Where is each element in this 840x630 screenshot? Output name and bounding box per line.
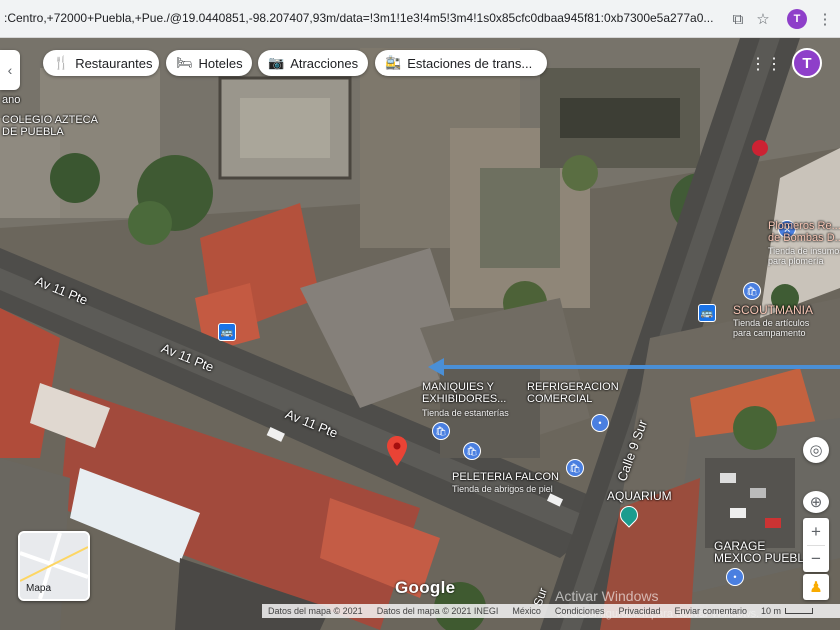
star-icon[interactable]: ☆ xyxy=(753,9,773,29)
satellite-map[interactable]: Av 11 Pte Av 11 Pte Av 11 Pte Calle 9 Su… xyxy=(0,38,840,630)
place-aquarium[interactable]: AQUARIUM xyxy=(607,490,672,502)
place-bomberos[interactable]: Plomeros Re... de Bombas D... xyxy=(768,220,840,244)
place-scoutmania-sub: Tienda de artículos para campamento xyxy=(733,318,810,338)
footer-data-1: Datos del mapa © 2021 xyxy=(268,606,363,616)
url-text[interactable]: :Centro,+72000+Puebla,+Pue./@19.0440851,… xyxy=(4,11,720,25)
chip-label: Hoteles xyxy=(198,55,243,71)
location-pin-icon[interactable] xyxy=(387,436,407,466)
peleteria-shop-icon[interactable]: 🛍 xyxy=(463,442,481,460)
chip-label: Atracciones xyxy=(290,55,359,71)
chevron-left-icon: ‹ xyxy=(7,62,13,78)
scale-bar xyxy=(785,608,814,614)
partial-label: ano xyxy=(2,94,21,106)
place-peleteria[interactable]: PELETERIA FALCON xyxy=(452,471,559,483)
apps-grid-icon[interactable]: ⋮⋮ xyxy=(750,54,782,74)
footer-feedback-link[interactable]: Enviar comentario xyxy=(674,606,747,616)
globe-icon: ◎ xyxy=(809,442,823,459)
place-maniquies-sub: Tienda de estanterías xyxy=(422,408,509,418)
collapse-panel-button[interactable]: ‹ xyxy=(0,50,20,90)
zoom-in-button[interactable]: + xyxy=(803,518,829,545)
my-location-icon: ⊕ xyxy=(809,494,823,511)
scale-indicator[interactable]: 10 m xyxy=(761,606,814,616)
globe-button[interactable]: ◎ xyxy=(803,437,829,463)
footer-country[interactable]: México xyxy=(512,606,541,616)
scale-label: 10 m xyxy=(761,606,782,616)
profile-avatar[interactable]: T xyxy=(787,9,807,29)
refrigeracion-pin-icon[interactable]: • xyxy=(591,414,609,432)
restaurant-icon: 🍴 xyxy=(53,55,70,70)
bomberos-shop-icon[interactable]: 🛍 xyxy=(743,282,761,300)
chip-label: Estaciones de trans... xyxy=(407,55,533,71)
zoom-out-button[interactable]: − xyxy=(803,546,829,572)
menu-dots-icon[interactable]: ⋮ xyxy=(815,9,835,29)
attractions-icon: 📷 xyxy=(268,55,285,70)
place-peleteria-sub: Tienda de abrigos de piel xyxy=(452,484,553,494)
google-logo: Google xyxy=(395,578,456,597)
garage-pin-icon[interactable]: • xyxy=(726,568,744,586)
footer-terms-link[interactable]: Condiciones xyxy=(555,606,605,616)
peleteria-bag-icon[interactable]: 🛍 xyxy=(566,459,584,477)
place-scoutmania[interactable]: SCOUTMANIA xyxy=(733,304,813,316)
place-maniquies[interactable]: MANIQUIES Y EXHIBIDORES... xyxy=(422,381,506,405)
zoom-controls: + − xyxy=(803,518,829,572)
windows-watermark: Activar Windows xyxy=(555,588,659,604)
chip-label: Restaurantes xyxy=(75,55,153,71)
place-colegio[interactable]: COLEGIO AZTECA DE PUEBLA xyxy=(2,114,98,138)
place-bomberos-sub: Tienda de insumos para plomería xyxy=(768,246,840,266)
map-footer: Datos del mapa © 2021 Datos del mapa © 2… xyxy=(262,604,840,618)
bus-stop-icon[interactable]: 🚌 xyxy=(218,323,236,341)
street-view-pegman-icon[interactable]: ♟ xyxy=(803,574,829,600)
map-layer-toggle[interactable]: Mapa xyxy=(18,531,90,601)
chip-atracciones[interactable]: 📷 Atracciones xyxy=(258,50,368,76)
place-refrigeracion[interactable]: REFRIGERACION COMERCIAL xyxy=(527,381,619,405)
bus-stop-icon[interactable]: 🚌 xyxy=(698,304,716,322)
footer-privacy-link[interactable]: Privacidad xyxy=(618,606,660,616)
chip-restaurantes[interactable]: 🍴 Restaurantes xyxy=(43,50,159,76)
layer-tile-label: Mapa xyxy=(26,583,52,594)
address-bar: :Centro,+72000+Puebla,+Pue./@19.0440851,… xyxy=(0,0,840,38)
footer-data-2: Datos del mapa © 2021 INEGI xyxy=(376,606,499,616)
chip-hoteles[interactable]: 🛏 Hoteles xyxy=(166,50,252,76)
hotel-icon: 🛏 xyxy=(176,55,193,70)
open-in-app-icon[interactable]: ⧉ xyxy=(728,9,748,29)
chip-estaciones[interactable]: 🚉 Estaciones de trans... xyxy=(375,50,547,76)
maniquies-shop-icon[interactable]: 🛍 xyxy=(432,422,450,440)
my-location-button[interactable]: ⊕ xyxy=(803,491,829,513)
transit-icon: 🚉 xyxy=(385,55,402,70)
account-avatar[interactable]: T xyxy=(792,48,822,78)
place-garage[interactable]: GARAGE MEXICO PUEBL... xyxy=(714,540,814,564)
